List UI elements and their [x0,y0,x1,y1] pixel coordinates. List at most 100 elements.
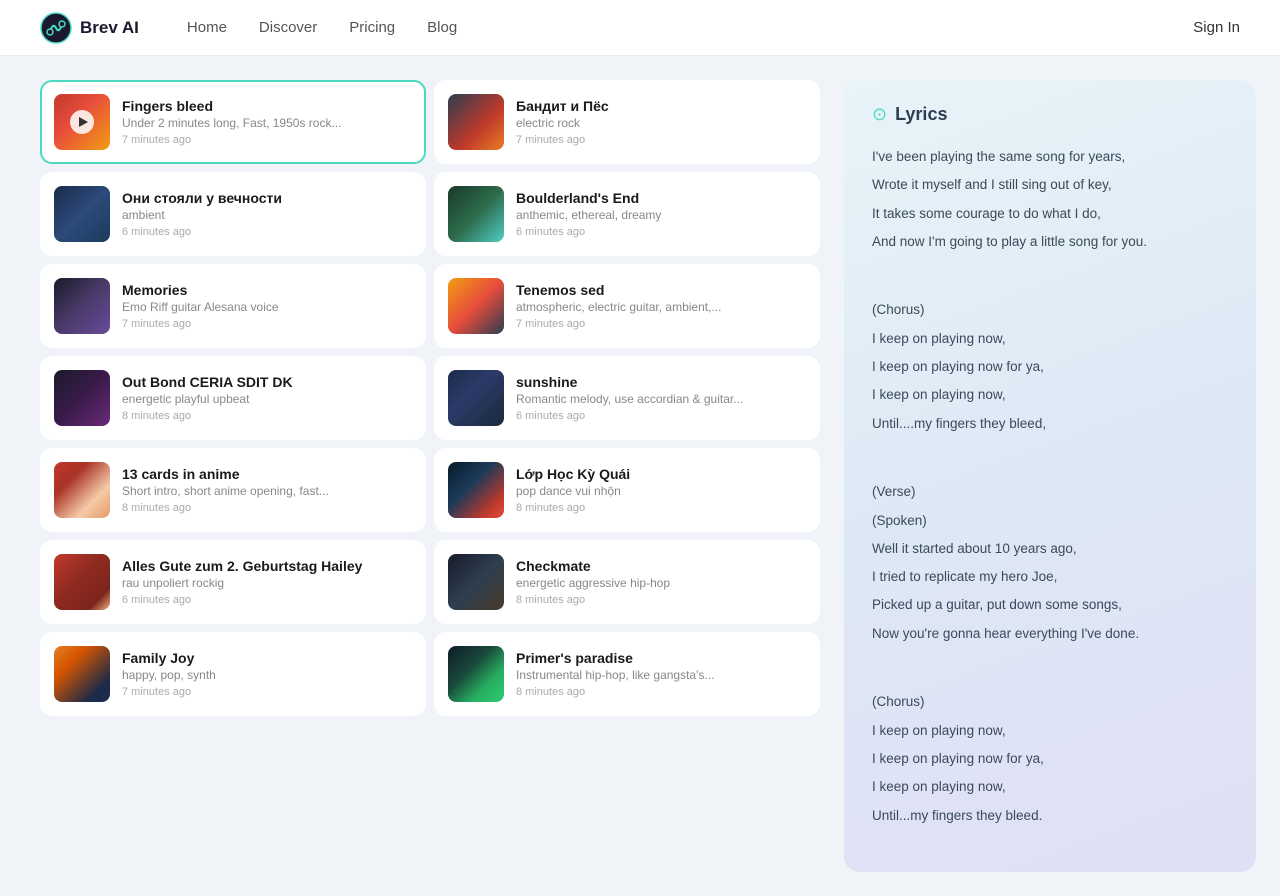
song-timestamp: 8 minutes ago [516,686,806,698]
lyric-line: I've been playing the same song for year… [872,145,1228,169]
lyric-line: (Spoken) [872,509,1228,533]
song-description: anthemic, ethereal, dreamy [516,208,806,222]
song-description: energetic aggressive hip-hop [516,576,806,590]
song-thumbnail [54,554,110,610]
song-card[interactable]: Tenemos sed atmospheric, electric guitar… [434,264,820,348]
song-thumbnail [54,462,110,518]
song-timestamp: 7 minutes ago [122,134,412,146]
song-timestamp: 6 minutes ago [122,226,412,238]
play-overlay [54,94,110,150]
song-title: sunshine [516,374,806,390]
lyric-line: It takes some courage to do what I do, [872,202,1228,226]
song-thumbnail [448,278,504,334]
song-description: Short intro, short anime opening, fast..… [122,484,412,498]
song-info: Alles Gute zum 2. Geburtstag Hailey rau … [122,558,412,606]
song-info: Boulderland's End anthemic, ethereal, dr… [516,190,806,238]
lyric-line: I keep on playing now, [872,327,1228,351]
lyric-line: Picked up a guitar, put down some songs, [872,593,1228,617]
song-title: Lớp Học Kỳ Quái [516,466,806,482]
song-description: electric rock [516,116,806,130]
song-info: Memories Emo Riff guitar Alesana voice 7… [122,282,412,330]
song-info: Family Joy happy, pop, synth 7 minutes a… [122,650,412,698]
song-title: Boulderland's End [516,190,806,206]
song-timestamp: 8 minutes ago [122,502,412,514]
lyric-line: (Chorus) [872,690,1228,714]
song-info: Checkmate energetic aggressive hip-hop 8… [516,558,806,606]
lyric-line: I keep on playing now for ya, [872,355,1228,379]
song-description: Romantic melody, use accordian & guitar.… [516,392,806,406]
song-title: Family Joy [122,650,412,666]
song-card[interactable]: Memories Emo Riff guitar Alesana voice 7… [40,264,426,348]
main-container: Fingers bleed Under 2 minutes long, Fast… [0,56,1280,896]
song-title: Tenemos sed [516,282,806,298]
song-description: atmospheric, electric guitar, ambient,..… [516,300,806,314]
song-thumbnail [54,94,110,150]
song-title: Out Bond CERIA SDIT DK [122,374,412,390]
song-title: Checkmate [516,558,806,574]
nav-home[interactable]: Home [187,19,227,36]
song-card[interactable]: Primer's paradise Instrumental hip-hop, … [434,632,820,716]
lyric-line: I keep on playing now, [872,775,1228,799]
lyrics-title: Lyrics [895,104,947,125]
song-title: Memories [122,282,412,298]
song-title: 13 cards in anime [122,466,412,482]
song-info: Бандит и Пёс electric rock 7 minutes ago [516,98,806,146]
song-title: Они стояли у вечности [122,190,412,206]
song-thumbnail [54,370,110,426]
song-thumbnail [448,370,504,426]
song-card[interactable]: Alles Gute zum 2. Geburtstag Hailey rau … [40,540,426,624]
lyric-line: (Chorus) [872,298,1228,322]
lyric-line: I tried to replicate my hero Joe, [872,565,1228,589]
song-card[interactable]: 13 cards in anime Short intro, short ani… [40,448,426,532]
song-thumbnail [54,278,110,334]
song-title: Fingers bleed [122,98,412,114]
song-info: 13 cards in anime Short intro, short ani… [122,466,412,514]
song-info: Out Bond CERIA SDIT DK energetic playful… [122,374,412,422]
song-description: rau unpoliert rockig [122,576,412,590]
nav-blog[interactable]: Blog [427,19,457,36]
song-description: pop dance vui nhộn [516,484,806,498]
lyrics-header: ⊙ Lyrics [872,104,1228,125]
song-info: Tenemos sed atmospheric, electric guitar… [516,282,806,330]
lyric-line: Wrote it myself and I still sing out of … [872,173,1228,197]
nav-pricing[interactable]: Pricing [349,19,395,36]
song-info: Primer's paradise Instrumental hip-hop, … [516,650,806,698]
song-thumbnail [54,186,110,242]
lyric-line: And now I'm going to play a little song … [872,230,1228,254]
song-card[interactable]: Бандит и Пёс electric rock 7 minutes ago [434,80,820,164]
navbar: Brev AI Home Discover Pricing Blog Sign … [0,0,1280,56]
song-description: Instrumental hip-hop, like gangsta's... [516,668,806,682]
song-timestamp: 8 minutes ago [122,410,412,422]
song-thumbnail [54,646,110,702]
song-card[interactable]: Family Joy happy, pop, synth 7 minutes a… [40,632,426,716]
song-card[interactable]: Out Bond CERIA SDIT DK energetic playful… [40,356,426,440]
song-thumbnail [448,186,504,242]
song-title: Primer's paradise [516,650,806,666]
song-card[interactable]: Они стояли у вечности ambient 6 minutes … [40,172,426,256]
nav-links: Home Discover Pricing Blog [187,19,1193,37]
song-timestamp: 7 minutes ago [122,686,412,698]
song-timestamp: 7 minutes ago [122,318,412,330]
song-description: happy, pop, synth [122,668,412,682]
song-card[interactable]: Boulderland's End anthemic, ethereal, dr… [434,172,820,256]
song-card[interactable]: Fingers bleed Under 2 minutes long, Fast… [40,80,426,164]
song-timestamp: 6 minutes ago [516,226,806,238]
song-info: Fingers bleed Under 2 minutes long, Fast… [122,98,412,146]
song-card[interactable]: Checkmate energetic aggressive hip-hop 8… [434,540,820,624]
play-button[interactable] [70,110,94,134]
song-description: Under 2 minutes long, Fast, 1950s rock..… [122,116,412,130]
lyric-line: Well it started about 10 years ago, [872,537,1228,561]
song-timestamp: 8 minutes ago [516,594,806,606]
song-info: Они стояли у вечности ambient 6 minutes … [122,190,412,238]
song-card[interactable]: Lớp Học Kỳ Quái pop dance vui nhộn 8 min… [434,448,820,532]
song-thumbnail [448,462,504,518]
song-timestamp: 8 minutes ago [516,502,806,514]
lyrics-panel: ⊙ Lyrics I've been playing the same song… [844,80,1256,872]
song-card[interactable]: sunshine Romantic melody, use accordian … [434,356,820,440]
sign-in-button[interactable]: Sign In [1193,19,1240,36]
logo[interactable]: Brev AI [40,12,139,44]
lyric-line: Now you're gonna hear everything I've do… [872,622,1228,646]
song-list: Fingers bleed Under 2 minutes long, Fast… [40,80,820,872]
nav-discover[interactable]: Discover [259,19,317,36]
song-thumbnail [448,646,504,702]
